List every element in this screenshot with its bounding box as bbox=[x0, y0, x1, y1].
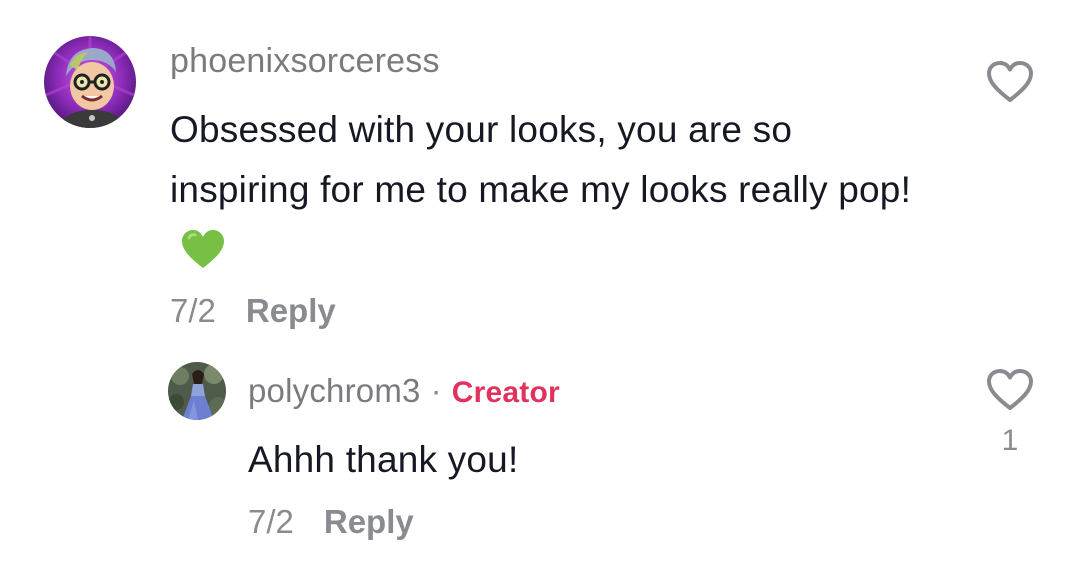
creator-badge: Creator bbox=[451, 376, 560, 409]
green-heart-emoji-icon bbox=[180, 228, 226, 288]
reply-username-line: polychrom3 · Creator bbox=[248, 372, 560, 410]
comment-text: Obsessed with your looks, you are so ins… bbox=[170, 100, 930, 288]
comment-meta: 7/2 Reply bbox=[170, 292, 336, 330]
reply-meta: 7/2 Reply bbox=[248, 503, 414, 541]
reply-button[interactable]: Reply bbox=[324, 503, 414, 540]
comment-username[interactable]: phoenixsorceress bbox=[170, 42, 440, 81]
reply-date: 7/2 bbox=[248, 503, 294, 540]
reply-username[interactable]: polychrom3 bbox=[248, 372, 421, 409]
like-count: 1 bbox=[1001, 424, 1019, 457]
like-heart-icon[interactable] bbox=[986, 60, 1034, 104]
reply-text: Ahhh thank you! bbox=[248, 439, 519, 480]
avatar[interactable] bbox=[44, 36, 136, 128]
separator-dot: · bbox=[430, 372, 442, 409]
avatar[interactable] bbox=[168, 362, 226, 420]
comment-text-content: Obsessed with your looks, you are so ins… bbox=[170, 109, 912, 210]
reply-button[interactable]: Reply bbox=[246, 292, 336, 329]
like-heart-icon[interactable] bbox=[986, 368, 1034, 412]
comment-date: 7/2 bbox=[170, 292, 216, 329]
